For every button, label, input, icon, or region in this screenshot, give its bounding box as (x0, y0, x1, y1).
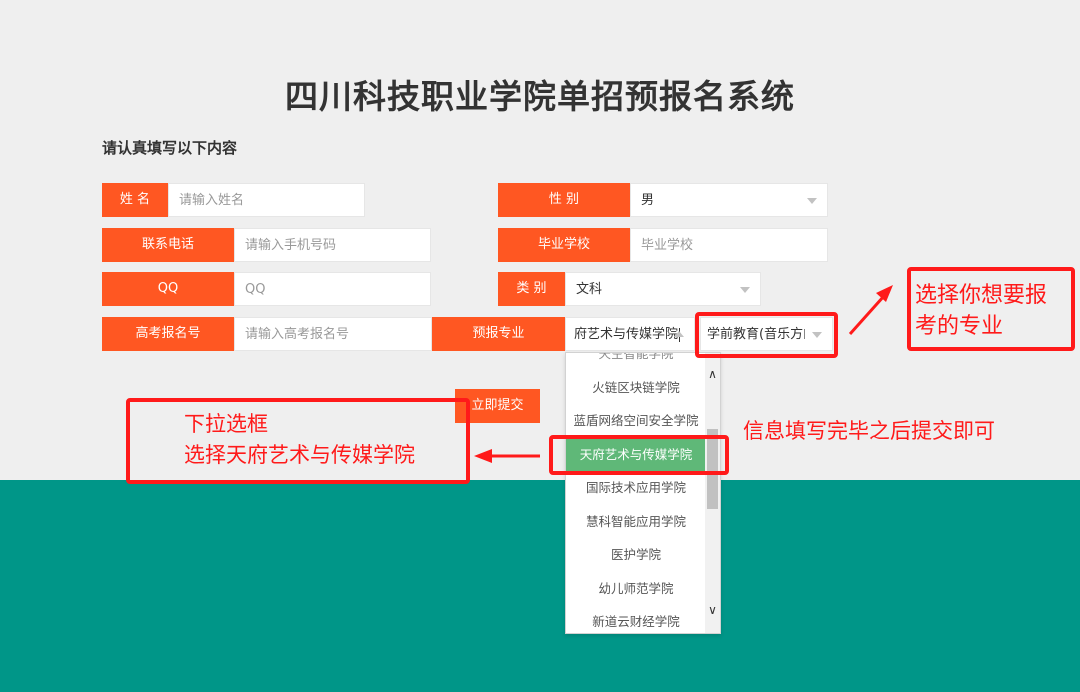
arrow-to-major-hint (848, 285, 893, 336)
annotation-arrows (474, 285, 893, 463)
arrow-to-dropdown-hint (474, 449, 540, 463)
